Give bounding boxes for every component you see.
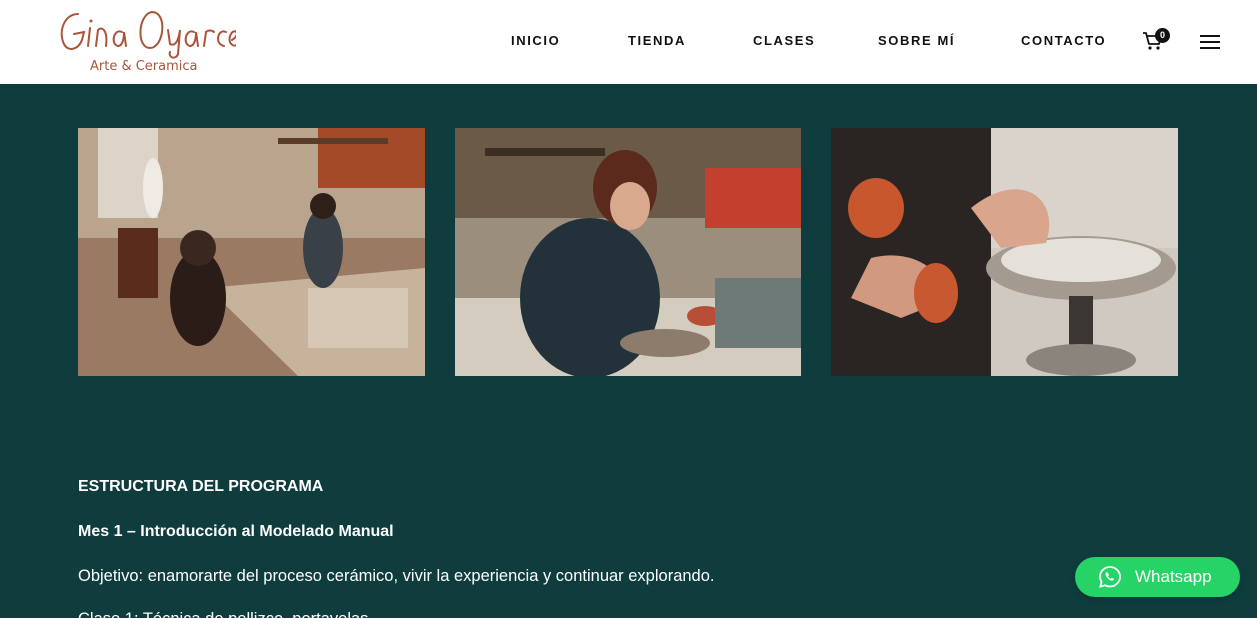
cart-count-badge: 0: [1155, 28, 1170, 43]
nav-item-sobre-mi[interactable]: SOBRE MÍ: [878, 33, 955, 48]
class-item: Clase 1: Técnica de pellizco, portavelas: [78, 610, 368, 618]
nav-item-contacto[interactable]: CONTACTO: [1021, 33, 1106, 48]
month-title: Mes 1 – Introducción al Modelado Manual: [78, 523, 394, 540]
brand-logo[interactable]: Arte & Ceramica: [56, 4, 236, 78]
gallery-image-artist: [455, 128, 801, 376]
nav-item-tienda[interactable]: TIENDA: [628, 33, 686, 48]
gallery-image-class: [78, 128, 425, 376]
program-objective: Objetivo: enamorarte del proceso cerámic…: [78, 567, 715, 585]
brand-tagline: Arte & Ceramica: [90, 59, 198, 74]
site-header: Arte & Ceramica INICIO TIENDA CLASES SOB…: [0, 0, 1257, 84]
section-title: ESTRUCTURA DEL PROGRAMA: [78, 478, 324, 495]
hamburger-menu-icon[interactable]: [1200, 35, 1220, 49]
nav-item-inicio[interactable]: INICIO: [511, 33, 560, 48]
nav-item-clases[interactable]: CLASES: [753, 33, 815, 48]
whatsapp-icon: [1099, 566, 1121, 588]
whatsapp-label: Whatsapp: [1135, 567, 1212, 586]
gallery-image-wheel: [831, 128, 1178, 376]
whatsapp-button[interactable]: Whatsapp: [1075, 557, 1240, 597]
brand-logo-script: [60, 10, 236, 59]
